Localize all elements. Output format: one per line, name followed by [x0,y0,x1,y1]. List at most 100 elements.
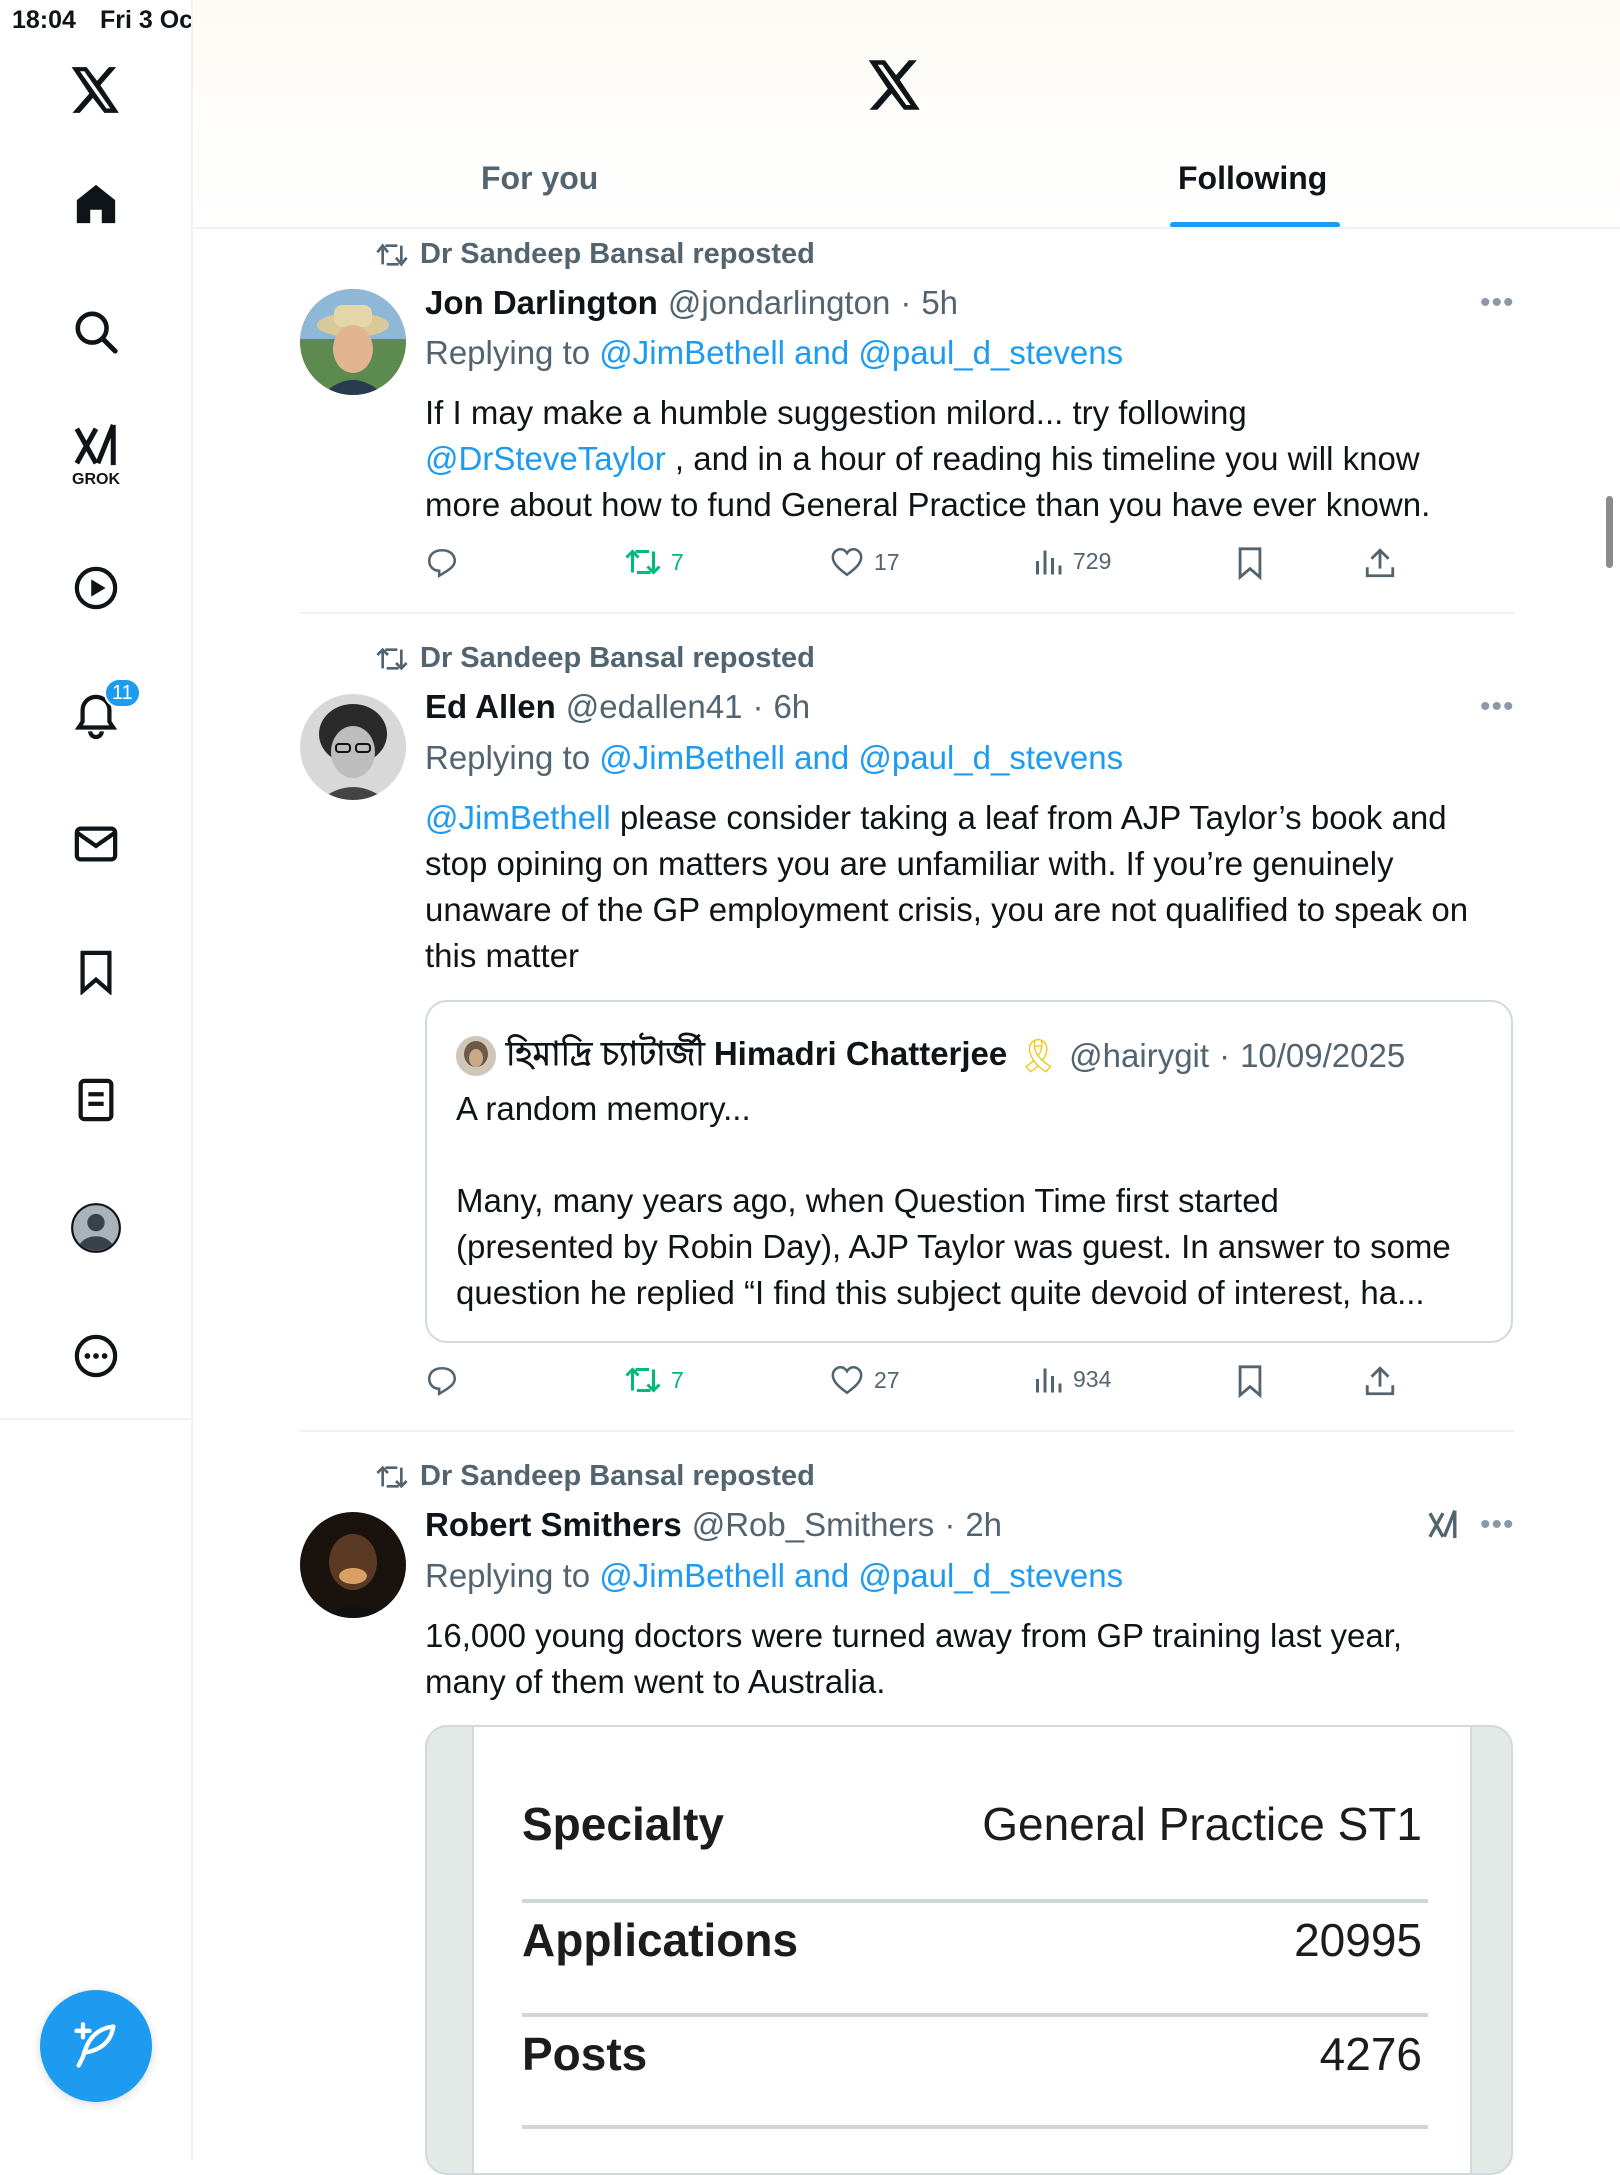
more-options-icon[interactable]: ••• [1480,286,1515,320]
quoted-tweet-body: A random memory... Many, many years ago,… [456,1086,1496,1316]
avatar[interactable] [300,1512,406,1618]
sidebar-item-profile[interactable] [60,1192,132,1264]
mention-link[interactable]: @JimBethell [425,799,611,836]
repost-label: Dr Sandeep Bansal reposted [420,642,815,674]
sidebar-divider [0,1418,193,1420]
tweet-header: Jon Darlington @jondarlington · 5h [425,284,958,322]
share-icon [1365,548,1395,578]
x-logo-icon [71,67,119,113]
views-count: 934 [1073,1365,1112,1392]
heart-icon [831,1365,863,1395]
retweet-count: 7 [671,548,684,575]
tweet-body: If I may make a humble suggestion milord… [425,390,1520,528]
repost-icon [376,243,408,266]
tweet-divider [300,612,1515,614]
compose-post-button[interactable] [40,1990,152,2102]
retweet-button[interactable]: 7 [625,1364,684,1396]
tweet-text-line: @DrSteveTaylor , and in a hour of readin… [425,436,1520,482]
sidebar-item-search[interactable] [60,296,132,368]
quoted-text-line: (presented by Robin Day), AJP Taylor was… [456,1228,1451,1265]
replying-prefix: Replying to [425,334,591,371]
bookmark-button[interactable] [1235,546,1265,580]
tweet-time[interactable]: 6h [773,688,810,726]
retweet-button[interactable]: 7 [625,546,684,578]
sidebar-item-grok[interactable]: GROK [60,420,132,492]
author-handle[interactable]: @Rob_Smithers [692,1506,935,1544]
sidebar-item-notifications[interactable]: 11 [60,678,141,752]
mention-link[interactable]: @DrSteveTaylor [425,440,666,477]
sidebar-item-logo[interactable] [60,54,132,126]
author-name[interactable]: Robert Smithers [425,1506,682,1544]
tweet-text-line: more about how to fund General Practice … [425,486,1431,523]
bookmark-icon [1238,1365,1262,1398]
media-table-rule [522,2125,1428,2129]
replying-mentions[interactable]: @JimBethell and @paul_d_stevens [599,1557,1123,1594]
tab-for-you[interactable]: For you [481,160,598,197]
tweet-text-line: @JimBethell please consider taking a lea… [425,795,1520,841]
scrollbar-thumb[interactable] [1606,496,1613,568]
bookmark-icon [80,950,112,995]
media-table-key: Applications [522,1914,799,1966]
retweet-icon [625,549,661,575]
tweet-text-line: unaware of the GP employment crisis, you… [425,891,1469,928]
profile-icon [71,1203,121,1253]
list-icon [78,1078,114,1122]
repost-icon [376,1465,408,1488]
share-button[interactable] [1363,546,1397,580]
tweet-text-line: stop opining on matters you are unfamili… [425,845,1394,882]
repost-label: Dr Sandeep Bansal reposted [420,238,815,270]
sidebar-item-messages[interactable] [60,808,132,880]
tweet-time[interactable]: 2h [965,1506,1002,1544]
avatar[interactable] [300,289,406,395]
avatar[interactable] [300,694,406,800]
bookmark-button[interactable] [1235,1364,1265,1398]
separator: · [944,1506,956,1543]
tweet-body: 16,000 young doctors were turned away fr… [425,1613,1520,1705]
mail-icon [74,826,118,862]
tab-following[interactable]: Following [1178,160,1327,197]
author-handle[interactable]: @jondarlington [668,284,890,322]
replying-mentions[interactable]: @JimBethell and @paul_d_stevens [599,739,1123,776]
media-table-row: Posts 4276 [522,1997,1422,2111]
share-icon [1365,1366,1395,1396]
sidebar-item-more[interactable] [60,1320,132,1392]
video-icon [74,566,118,610]
tweet-time[interactable]: 5h [921,284,958,322]
media-table-value: 4276 [1319,2028,1422,2080]
share-button[interactable] [1363,1364,1397,1398]
x-logo-icon[interactable] [868,60,922,115]
sidebar-item-lists[interactable] [60,1064,132,1136]
reply-button[interactable] [425,546,459,580]
quoted-text-line: question he replied “I find this subject… [456,1274,1425,1311]
grok-icon[interactable] [1426,1508,1460,1547]
replying-to: Replying to @JimBethell and @paul_d_stev… [425,739,1123,777]
more-circle-icon [74,1334,118,1378]
sidebar-item-video[interactable] [60,552,132,624]
bookmark-icon [1238,547,1262,580]
sidebar-item-bookmarks[interactable] [60,936,132,1008]
reply-button[interactable] [425,1364,459,1398]
replying-prefix: Replying to [425,739,591,776]
replying-prefix: Replying to [425,1557,591,1594]
like-button[interactable]: 17 [830,546,900,578]
quoted-date: 10/09/2025 [1240,1037,1406,1074]
more-options-icon[interactable]: ••• [1480,690,1515,724]
author-name[interactable]: Jon Darlington [425,284,658,322]
views-count: 729 [1073,547,1112,574]
sidebar-item-home[interactable] [60,168,132,240]
more-options-icon[interactable]: ••• [1480,1508,1515,1542]
like-button[interactable]: 27 [830,1364,900,1396]
views-button[interactable]: 729 [1033,546,1111,576]
replying-mentions[interactable]: @JimBethell and @paul_d_stevens [599,334,1123,371]
author-handle[interactable]: @edallen41 [566,688,743,726]
separator: · [752,688,764,725]
grok-icon [74,423,116,466]
tweet-media-image[interactable]: Specialty General Practice ST1 Applicati… [425,1725,1513,2175]
quoted-text-line: A random memory... [456,1090,751,1127]
views-button[interactable]: 934 [1033,1364,1111,1394]
repost-indicator: Dr Sandeep Bansal reposted [376,642,815,675]
author-name[interactable]: Ed Allen [425,688,556,726]
like-count: 27 [874,1366,900,1393]
repost-icon [376,647,408,670]
